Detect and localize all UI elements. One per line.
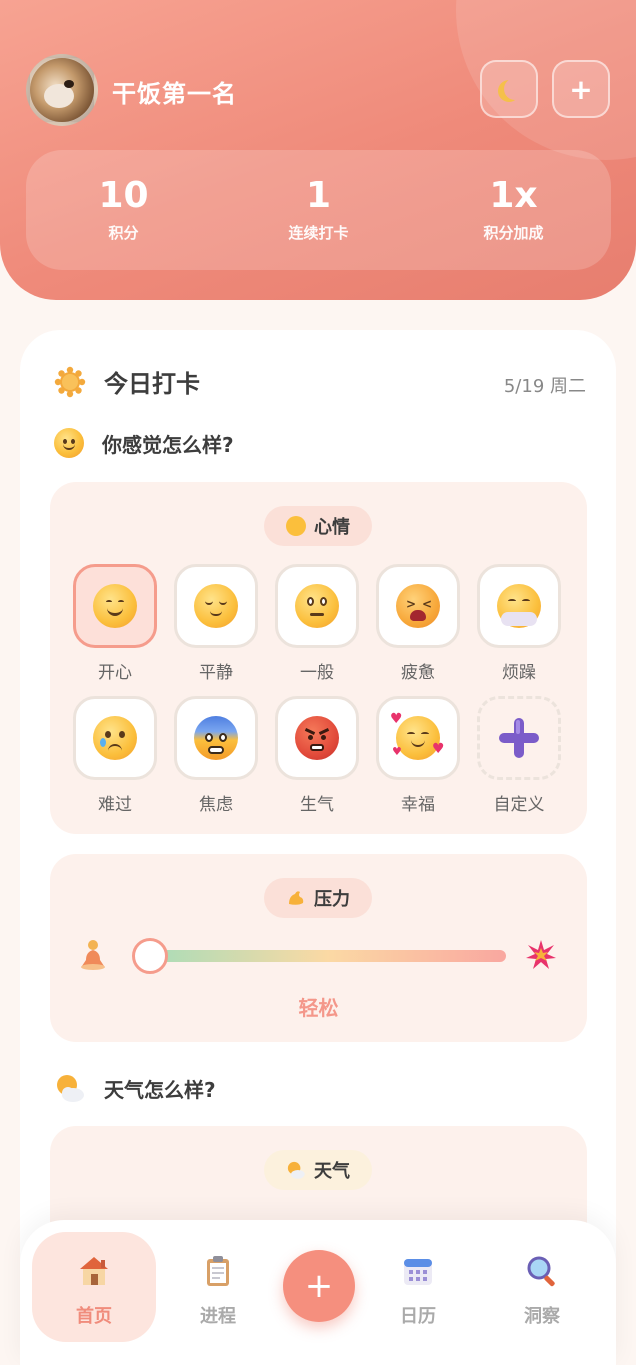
smiling-face-with-hearts-icon: ♥ ♥ ♥ [390, 711, 445, 760]
add-checkin-button[interactable]: + [283, 1250, 355, 1322]
stress-value-label: 轻松 [298, 996, 339, 1020]
checkin-title: 今日打卡 [104, 370, 200, 398]
mood-option-irritable[interactable]: 烦躁 [476, 564, 562, 683]
mood-pill-label: 心情 [314, 517, 350, 538]
mood-label: 烦躁 [502, 663, 536, 683]
mood-button[interactable] [477, 564, 561, 648]
mood-label: 焦虑 [199, 795, 233, 815]
smiling-face-icon [286, 516, 306, 536]
mood-button[interactable] [275, 696, 359, 780]
mood-option-neutral[interactable]: 一般 [274, 564, 360, 683]
mood-button[interactable] [174, 696, 258, 780]
sun-behind-cloud-icon [287, 1161, 305, 1179]
mood-button[interactable] [174, 564, 258, 648]
mood-label: 疲惫 [401, 663, 435, 683]
stat-label: 积分 [108, 224, 139, 242]
bottom-navigation: 首页 进程 + 日历 洞察 [20, 1220, 616, 1365]
mood-label: 生气 [300, 795, 334, 815]
mood-option-anxious[interactable]: 焦虑 [173, 696, 259, 815]
avatar-dog-nose [64, 80, 74, 88]
mood-label: 自定义 [493, 795, 545, 815]
relieved-face-icon [194, 584, 238, 628]
nav-item-insights[interactable]: 洞察 [480, 1232, 604, 1342]
checkin-date: 5/19 周二 [503, 376, 586, 397]
meditation-icon [81, 940, 105, 970]
smiling-face-icon [54, 428, 84, 458]
mood-option-angry[interactable]: 生气 [274, 696, 360, 815]
calendar-icon [404, 1259, 432, 1285]
stat-streak: 1 连续打卡 [221, 150, 416, 270]
checkin-card: 今日打卡 5/19 周二 你感觉怎么样? 心情 开心 平静 一般 > < 疲惫 … [20, 330, 616, 1365]
mood-label: 难过 [98, 795, 132, 815]
nav-item-calendar[interactable]: 日历 [356, 1232, 480, 1342]
profile-header: 干饭第一名 + 10 积分 1 连续打卡 1x 积分加成 [0, 0, 636, 300]
anxious-face-icon [194, 716, 238, 760]
mood-button[interactable] [73, 696, 157, 780]
stress-pill-label: 压力 [314, 889, 350, 910]
weather-question: 天气怎么样? [104, 1077, 216, 1102]
magnifying-glass-icon [527, 1256, 555, 1287]
steaming-face-icon [497, 584, 541, 628]
explosion-icon [526, 940, 556, 969]
nav-item-home[interactable]: 首页 [32, 1232, 156, 1342]
sad-face-icon [93, 716, 137, 760]
stress-pill: 压力 [264, 878, 372, 918]
happy-face-icon [93, 584, 137, 628]
plus-icon: + [569, 72, 593, 106]
weather-pill: 天气 [264, 1150, 372, 1190]
dark-mode-button[interactable] [480, 60, 538, 118]
stat-value: 10 [98, 175, 149, 216]
stat-value: 1 [305, 175, 332, 216]
stat-points: 10 积分 [26, 150, 221, 270]
mood-panel: 心情 开心 平静 一般 > < 疲惫 烦躁 难过 焦虑 生气 ♥ ♥ ♥ 幸福 … [50, 482, 587, 834]
mood-question: 你感觉怎么样? [102, 432, 234, 457]
mood-label: 平静 [199, 663, 233, 683]
mood-button[interactable]: ♥ ♥ ♥ [376, 696, 460, 780]
mood-label: 开心 [98, 663, 132, 683]
username: 干饭第一名 [112, 80, 237, 108]
nav-label: 日历 [400, 1306, 436, 1327]
avatar[interactable] [26, 54, 98, 126]
plus-icon [499, 718, 539, 758]
flexed-biceps-icon [289, 891, 304, 905]
nav-label: 首页 [76, 1306, 112, 1327]
neutral-face-icon [295, 584, 339, 628]
stat-value: 1x [489, 175, 538, 216]
weather-question-row: 天气怎么样? [54, 1072, 216, 1104]
mood-option-tired[interactable]: > < 疲惫 [375, 564, 461, 683]
angry-face-icon [295, 716, 339, 760]
mood-button[interactable]: > < [376, 564, 460, 648]
house-icon [80, 1257, 108, 1285]
mood-label: 一般 [300, 663, 334, 683]
add-button[interactable]: + [552, 60, 610, 118]
mood-button[interactable] [275, 564, 359, 648]
mood-option-custom[interactable]: 自定义 [476, 696, 562, 815]
stress-panel: 压力 轻松 [50, 854, 587, 1042]
mood-option-calm[interactable]: 平静 [173, 564, 259, 683]
stress-slider-handle[interactable] [132, 938, 168, 974]
moon-icon [504, 78, 526, 100]
mood-question-row: 你感觉怎么样? [54, 428, 234, 458]
tired-face-icon: > < [396, 584, 440, 628]
nav-item-progress[interactable]: 进程 [156, 1232, 280, 1342]
stat-multiplier: 1x 积分加成 [416, 150, 611, 270]
stress-slider-track[interactable] [150, 950, 506, 962]
nav-label: 洞察 [524, 1306, 560, 1327]
sun-icon [54, 366, 86, 397]
mood-option-happy[interactable]: 开心 [72, 564, 158, 683]
stat-label: 连续打卡 [288, 224, 349, 242]
mood-button[interactable] [73, 564, 157, 648]
custom-mood-button[interactable] [477, 696, 561, 780]
stats-panel: 10 积分 1 连续打卡 1x 积分加成 [26, 150, 611, 270]
mood-option-sad[interactable]: 难过 [72, 696, 158, 815]
mood-option-blissful[interactable]: ♥ ♥ ♥ 幸福 [375, 696, 461, 815]
nav-label: 进程 [200, 1306, 236, 1327]
stat-label: 积分加成 [483, 224, 544, 242]
weather-pill-label: 天气 [314, 1161, 350, 1182]
checkin-title-row: 今日打卡 [54, 364, 200, 399]
clipboard-icon [207, 1256, 229, 1286]
mood-pill: 心情 [264, 506, 372, 546]
mood-label: 幸福 [401, 795, 435, 815]
sun-behind-cloud-icon [57, 1075, 84, 1102]
